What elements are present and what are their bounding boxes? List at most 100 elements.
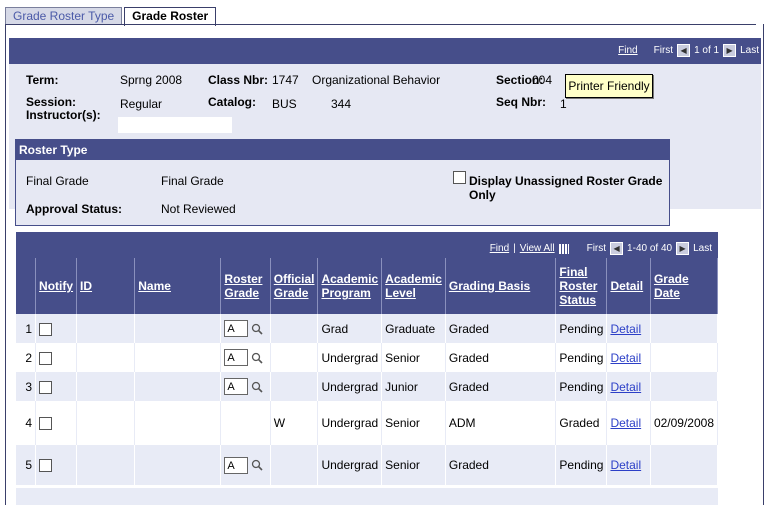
- table-row: 4 W Undergrad Senior ADM Graded Detail 0…: [16, 401, 719, 445]
- detail-link[interactable]: Detail: [610, 322, 641, 336]
- official-grade-cell: [270, 314, 319, 343]
- level-cell: Graduate: [381, 314, 446, 343]
- detail-cell: Detail: [606, 343, 651, 372]
- col-rownum: [16, 258, 37, 314]
- table-row-partial: [16, 488, 718, 505]
- view-all-link[interactable]: View All: [520, 243, 555, 254]
- notify-checkbox[interactable]: [39, 351, 53, 365]
- col-detail[interactable]: Detail: [606, 258, 651, 314]
- name-cell: [134, 401, 222, 445]
- program-cell: Grad: [317, 314, 383, 343]
- col-official-grade[interactable]: Official Grade: [270, 258, 319, 314]
- detail-link[interactable]: Detail: [610, 458, 641, 472]
- display-unassigned-checkbox[interactable]: [453, 171, 466, 184]
- level-cell: Senior: [381, 445, 446, 485]
- col-name[interactable]: Name: [134, 258, 222, 314]
- instructor-label: Instructor(s):: [26, 108, 101, 122]
- name-cell: [134, 445, 222, 485]
- basis-cell: ADM: [445, 401, 557, 445]
- first-label: First: [653, 45, 674, 56]
- notify-checkbox[interactable]: [39, 322, 53, 336]
- notify-checkbox[interactable]: [39, 417, 53, 431]
- grid-find-link[interactable]: Find: [490, 243, 509, 254]
- table-row: 1 A Grad Graduate Graded Pending Detail: [16, 314, 719, 343]
- roster-grade-input[interactable]: A: [224, 320, 249, 337]
- magnifier-icon[interactable]: [251, 459, 263, 471]
- detail-link[interactable]: Detail: [610, 416, 641, 430]
- printer-friendly-button[interactable]: Printer Friendly: [565, 74, 653, 98]
- session-value: Regular: [120, 97, 163, 111]
- id-cell: [76, 445, 136, 485]
- col-id[interactable]: ID: [76, 258, 136, 314]
- status-cell: Graded: [555, 401, 608, 445]
- roster-grade-cell: [220, 401, 271, 445]
- section-value: 004: [532, 73, 553, 87]
- notify-cell: [35, 314, 78, 343]
- detail-link[interactable]: Detail: [610, 380, 641, 394]
- magnifier-icon[interactable]: [251, 323, 263, 335]
- grid-prev-arrow-icon[interactable]: ◀: [610, 242, 624, 255]
- program-cell: Undergrad: [317, 343, 383, 372]
- date-cell: [650, 343, 719, 372]
- catalog-subject: BUS: [272, 97, 297, 111]
- table-row: 2 A Undergrad Senior Graded Pending Deta…: [16, 343, 719, 372]
- id-cell: [76, 372, 136, 401]
- notify-cell: [35, 401, 78, 445]
- roster-grade-cell: A: [220, 372, 271, 401]
- notify-checkbox[interactable]: [39, 459, 53, 473]
- course-title: Organizational Behavior: [312, 73, 441, 87]
- official-grade-cell: W: [270, 401, 319, 445]
- tab-divider: [5, 24, 756, 25]
- detail-link[interactable]: Detail: [610, 351, 641, 365]
- class-nbr-value: 1747: [272, 73, 299, 87]
- table-row: 3 A Undergrad Junior Graded Pending Deta…: [16, 372, 719, 401]
- grid-range-label: 1-40 of 40: [627, 243, 673, 254]
- approval-status-value: Not Reviewed: [161, 202, 236, 216]
- roster-grade-input[interactable]: A: [224, 378, 249, 395]
- prev-arrow-icon[interactable]: ◀: [677, 44, 691, 57]
- name-cell: [134, 372, 222, 401]
- last-label: Last: [740, 45, 759, 56]
- approval-status-label: Approval Status:: [26, 202, 123, 216]
- col-roster-grade[interactable]: Roster Grade: [220, 258, 271, 314]
- detail-cell: Detail: [606, 401, 651, 445]
- grid-next-arrow-icon[interactable]: ▶: [676, 242, 690, 255]
- catalog-number: 344: [331, 97, 352, 111]
- frame-border-right: [763, 24, 764, 505]
- row-number: 4: [16, 401, 37, 445]
- official-grade-cell: [270, 372, 319, 401]
- row-number: 2: [16, 343, 37, 372]
- col-academic-level[interactable]: Academic Level: [381, 258, 446, 314]
- seq-nbr-value: 1: [560, 97, 567, 111]
- official-grade-cell: [270, 445, 319, 485]
- status-cell: Pending: [555, 372, 608, 401]
- magnifier-icon[interactable]: [251, 381, 263, 393]
- notify-cell: [35, 445, 78, 485]
- grid-icon[interactable]: [558, 243, 569, 254]
- grid-header-row: Notify ID Name Roster Grade Official Gra…: [16, 258, 719, 314]
- col-grade-date[interactable]: Grade Date: [650, 258, 719, 314]
- term-value: Sprng 2008: [120, 73, 183, 87]
- next-arrow-icon[interactable]: ▶: [723, 44, 737, 57]
- catalog-label: Catalog:: [208, 95, 256, 109]
- status-cell: Pending: [555, 314, 608, 343]
- col-final-roster-status[interactable]: Final Roster Status: [555, 258, 608, 314]
- basis-cell: Graded: [445, 343, 557, 372]
- roster-grade-cell: A: [220, 445, 271, 485]
- tab-grade-roster-type[interactable]: Grade Roster Type: [5, 7, 123, 25]
- find-link[interactable]: Find: [618, 45, 637, 56]
- roster-grid: Notify ID Name Roster Grade Official Gra…: [16, 258, 719, 485]
- instructor-redacted: [118, 117, 232, 133]
- roster-grade-input[interactable]: A: [224, 349, 249, 366]
- date-cell: [650, 372, 719, 401]
- notify-checkbox[interactable]: [39, 380, 53, 394]
- col-notify[interactable]: Notify: [35, 258, 78, 314]
- col-grading-basis[interactable]: Grading Basis: [445, 258, 557, 314]
- final-grade-label: Final Grade: [26, 174, 89, 188]
- notify-cell: [35, 343, 78, 372]
- roster-grade-input[interactable]: A: [224, 456, 249, 474]
- level-cell: Senior: [381, 401, 446, 445]
- col-academic-program[interactable]: Academic Program: [317, 258, 383, 314]
- magnifier-icon[interactable]: [251, 352, 263, 364]
- session-label: Session:: [26, 95, 77, 109]
